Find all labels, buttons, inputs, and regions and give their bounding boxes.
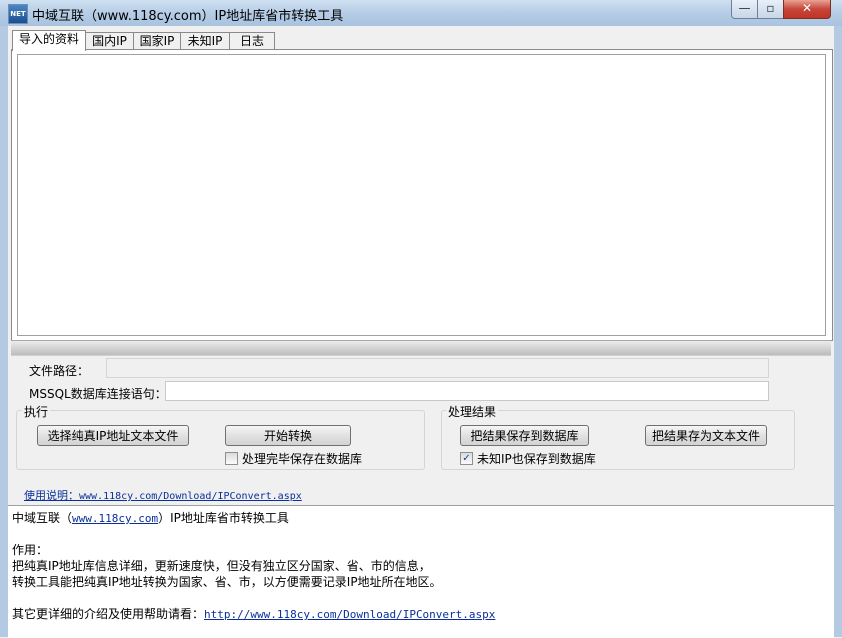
tab-unknown-ip[interactable]: 未知IP [180,32,230,50]
splitter-handle[interactable] [11,340,831,356]
help-label[interactable]: 使用说明： [24,489,79,502]
select-ip-file-button[interactable]: 选择纯真IP地址文本文件 [37,425,189,446]
info-more-prefix: 其它更详细的介绍及使用帮助请看： [12,607,205,621]
info-line-desc-2: 转换工具能把纯真IP地址转换为国家、省、市，以方便需要记录IP地址所在地区。 [12,575,442,589]
tab-domestic-ip[interactable]: 国内IP [85,32,134,50]
title-bar[interactable]: NET 中域互联（www.118cy.com）IP地址库省市转换工具 — ▫ ✕ [0,0,842,26]
start-convert-button[interactable]: 开始转换 [225,425,351,446]
info-textbox[interactable]: 中域互联（www.118cy.com）IP地址库省市转换工具 作用： 把纯真IP… [8,505,834,638]
imported-data-list[interactable] [17,54,826,336]
save-unknown-ip-box[interactable]: ✓ [460,452,473,465]
save-after-processing-label: 处理完毕保存在数据库 [242,452,363,466]
info-more-link[interactable]: http://www.118cy.com/Download/IPConvert.… [204,608,495,621]
info-title-prefix: 中域互联（ [12,511,73,525]
info-title-link[interactable]: www.118cy.com [72,512,158,525]
tab-imported-data[interactable]: 导入的资料 [12,30,86,51]
save-to-text-file-button[interactable]: 把结果存为文本文件 [645,425,767,446]
save-unknown-ip-label: 未知IP也保存到数据库 [477,452,596,466]
file-path-label: 文件路径： [29,364,90,378]
tab-log[interactable]: 日志 [229,32,275,50]
info-line-more: 其它更详细的介绍及使用帮助请看：http://www.118cy.com/Dow… [12,605,495,622]
result-group-title: 处理结果 [446,403,499,420]
info-line-desc-1: 把纯真IP地址库信息详细，更新速度快，但没有独立区分国家、省、市的信息， [12,559,431,573]
info-line-title: 中域互联（www.118cy.com）IP地址库省市转换工具 [12,509,289,526]
minimize-button[interactable]: — [731,0,758,19]
file-path-field[interactable] [106,358,769,378]
help-link[interactable]: www.118cy.com/Download/IPConvert.aspx [79,491,302,502]
maximize-button[interactable]: ▫ [757,0,784,19]
info-title-suffix: ）IP地址库省市转换工具 [158,511,289,525]
window-frame-left [0,26,8,637]
mssql-connection-input[interactable] [165,381,769,401]
help-row: 使用说明：www.118cy.com/Download/IPConvert.as… [24,487,302,503]
window-title: 中域互联（www.118cy.com）IP地址库省市转换工具 [32,9,344,24]
info-line-purpose: 作用： [12,543,49,557]
window-frame-right [834,26,842,637]
execute-group-title: 执行 [22,403,51,420]
app-icon: NET [8,4,28,24]
tab-panel [11,49,833,341]
tab-country-ip[interactable]: 国家IP [133,32,181,50]
close-button[interactable]: ✕ [783,0,831,19]
save-after-processing-box[interactable] [225,452,238,465]
save-to-database-button[interactable]: 把结果保存到数据库 [460,425,589,446]
mssql-connection-label: MSSQL数据库连接语句： [29,387,167,401]
